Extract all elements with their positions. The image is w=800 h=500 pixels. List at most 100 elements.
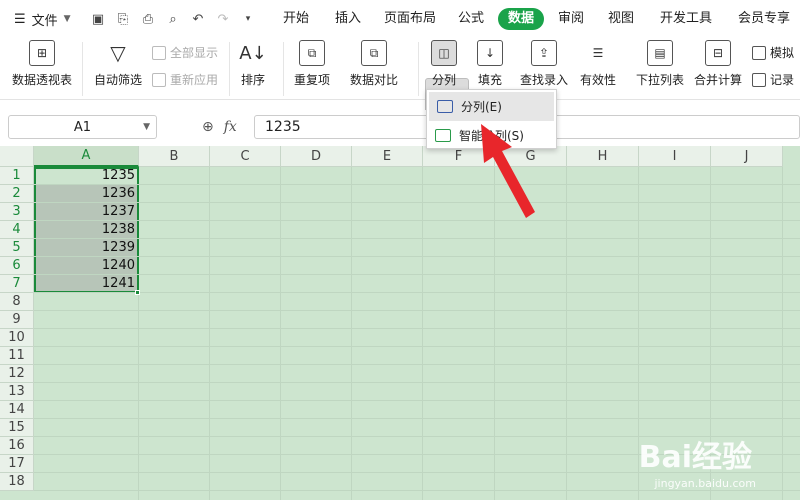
row-header-6[interactable]: 6 — [0, 257, 34, 275]
row-header-18[interactable]: 18 — [0, 473, 34, 491]
cell-a5[interactable]: 1239 — [34, 239, 138, 257]
column-header-a[interactable]: A — [34, 146, 139, 167]
fx-icon[interactable]: fx — [224, 119, 237, 135]
tab-page-layout[interactable]: 页面布局 — [384, 8, 436, 30]
data-compare-button[interactable]: ⧉ 数据对比 — [350, 40, 398, 88]
grid-line — [782, 167, 783, 500]
name-box[interactable]: A1 ▼ — [8, 115, 157, 139]
consolidate-icon: ⊟ — [705, 40, 731, 66]
fill-handle[interactable] — [135, 290, 140, 295]
simulate-button[interactable]: 模拟 — [752, 44, 794, 61]
cell-a1[interactable]: 1235 — [34, 167, 138, 185]
row-header-15[interactable]: 15 — [0, 419, 34, 437]
column-header-e[interactable]: E — [352, 146, 423, 167]
tab-formula[interactable]: 公式 — [458, 8, 484, 30]
cell-a4[interactable]: 1238 — [34, 221, 138, 239]
split-columns-icon: ◫ — [431, 40, 457, 66]
row-header-7[interactable]: 7 — [0, 275, 34, 293]
row-header-12[interactable]: 12 — [0, 365, 34, 383]
autofilter-button[interactable]: ▽ 自动筛选 — [94, 40, 142, 88]
redo-icon[interactable]: ↷ — [215, 11, 231, 27]
export-icon[interactable]: ⎘ — [115, 11, 131, 27]
row-header-11[interactable]: 11 — [0, 347, 34, 365]
menu-item-split[interactable]: 分列(E) — [429, 92, 554, 121]
chevron-down-icon[interactable]: ▼ — [143, 122, 150, 132]
cell-a7[interactable]: 1241 — [34, 275, 138, 293]
tab-review[interactable]: 审阅 — [558, 8, 584, 30]
tab-member[interactable]: 会员专享 — [738, 8, 790, 30]
preview-icon[interactable]: ⌕ — [165, 11, 181, 27]
row-header-1[interactable]: 1 — [0, 167, 34, 185]
split-columns-button[interactable]: ◫ 分列 — [431, 40, 457, 88]
record-button[interactable]: 记录 — [752, 71, 794, 88]
column-header-h[interactable]: H — [567, 146, 639, 167]
row-header-14[interactable]: 14 — [0, 401, 34, 419]
row-header-3[interactable]: 3 — [0, 203, 34, 221]
simulate-label: 模拟 — [770, 46, 795, 60]
grid-line — [280, 167, 281, 500]
tab-insert[interactable]: 插入 — [335, 8, 361, 30]
sort-button[interactable]: A↓ 排序 — [239, 40, 267, 88]
customize-icon[interactable]: ▾ — [240, 11, 256, 27]
reapply-button[interactable]: 重新应用 — [152, 71, 218, 88]
fill-button[interactable]: ↓ 填充 — [477, 40, 503, 88]
row-header-16[interactable]: 16 — [0, 437, 34, 455]
sort-icon: A↓ — [239, 40, 267, 66]
cell-a3[interactable]: 1237 — [34, 203, 138, 221]
cell-a2[interactable]: 1236 — [34, 185, 138, 203]
print-icon[interactable]: ⎙ — [140, 11, 156, 27]
consolidate-button[interactable]: ⊟ 合并计算 — [694, 40, 742, 88]
save-icon[interactable]: ▣ — [90, 11, 106, 27]
undo-icon[interactable]: ↶ — [190, 11, 206, 27]
pivot-table-button[interactable]: ⊞ 数据透视表 — [12, 40, 72, 88]
grid-line — [34, 220, 800, 221]
grid-line — [351, 167, 352, 500]
file-menu[interactable]: ☰ 文件 ▼ — [14, 10, 84, 29]
reapply-label: 重新应用 — [170, 73, 219, 87]
split-columns-icon — [437, 100, 453, 113]
row-header-9[interactable]: 9 — [0, 311, 34, 329]
column-header-j[interactable]: J — [711, 146, 783, 167]
split-columns-label: 分列 — [431, 73, 456, 87]
tab-start[interactable]: 开始 — [283, 8, 309, 30]
validity-label: 有效性 — [580, 73, 617, 87]
tab-view[interactable]: 视图 — [608, 8, 634, 30]
chevron-down-icon: ▼ — [63, 14, 71, 24]
zoom-icon[interactable]: ⊕ — [202, 119, 214, 135]
row-header-10[interactable]: 10 — [0, 329, 34, 347]
simulate-icon — [752, 45, 766, 60]
divider — [229, 42, 230, 96]
reapply-icon — [152, 72, 166, 87]
row-header-5[interactable]: 5 — [0, 239, 34, 257]
menu-item-smart-split[interactable]: 智能分列(S) — [427, 121, 556, 150]
duplicates-button[interactable]: ⧉ 重复项 — [294, 40, 330, 88]
pivot-table-icon: ⊞ — [29, 40, 55, 66]
tab-data[interactable]: 数据 — [498, 8, 545, 30]
menu-item-smart-split-label: 智能分列(S) — [459, 129, 524, 143]
tab-developer[interactable]: 开发工具 — [660, 8, 712, 30]
dropdown-list-button[interactable]: ▤ 下拉列表 — [636, 40, 684, 88]
corner-select-all[interactable] — [0, 146, 34, 167]
ribbon: ⊞ 数据透视表 ▽ 自动筛选 全部显示 重新应用 A↓ 排序 ⧉ 重复项 ⧉ 数… — [0, 38, 800, 128]
row-header-2[interactable]: 2 — [0, 185, 34, 203]
row-header-4[interactable]: 4 — [0, 221, 34, 239]
fill-icon: ↓ — [477, 40, 503, 66]
column-header-b[interactable]: B — [139, 146, 210, 167]
column-header-d[interactable]: D — [281, 146, 352, 167]
lookup-entry-button[interactable]: ⇪ 查找录入 — [520, 40, 568, 88]
show-all-button[interactable]: 全部显示 — [152, 44, 218, 61]
row-header-8[interactable]: 8 — [0, 293, 34, 311]
grid-line — [422, 167, 423, 500]
validity-button[interactable]: ☰ 有效性 — [580, 40, 616, 88]
lookup-entry-label: 查找录入 — [520, 73, 569, 87]
column-header-c[interactable]: C — [210, 146, 281, 167]
filter-icon: ▽ — [105, 40, 131, 66]
pivot-table-label: 数据透视表 — [12, 73, 73, 87]
cell-a6[interactable]: 1240 — [34, 257, 138, 275]
grid-line — [34, 274, 800, 275]
formula-tools: ⊕ fx — [202, 119, 237, 135]
column-header-i[interactable]: I — [639, 146, 711, 167]
file-menu-label: 文件 — [31, 13, 58, 29]
row-header-13[interactable]: 13 — [0, 383, 34, 401]
row-header-17[interactable]: 17 — [0, 455, 34, 473]
